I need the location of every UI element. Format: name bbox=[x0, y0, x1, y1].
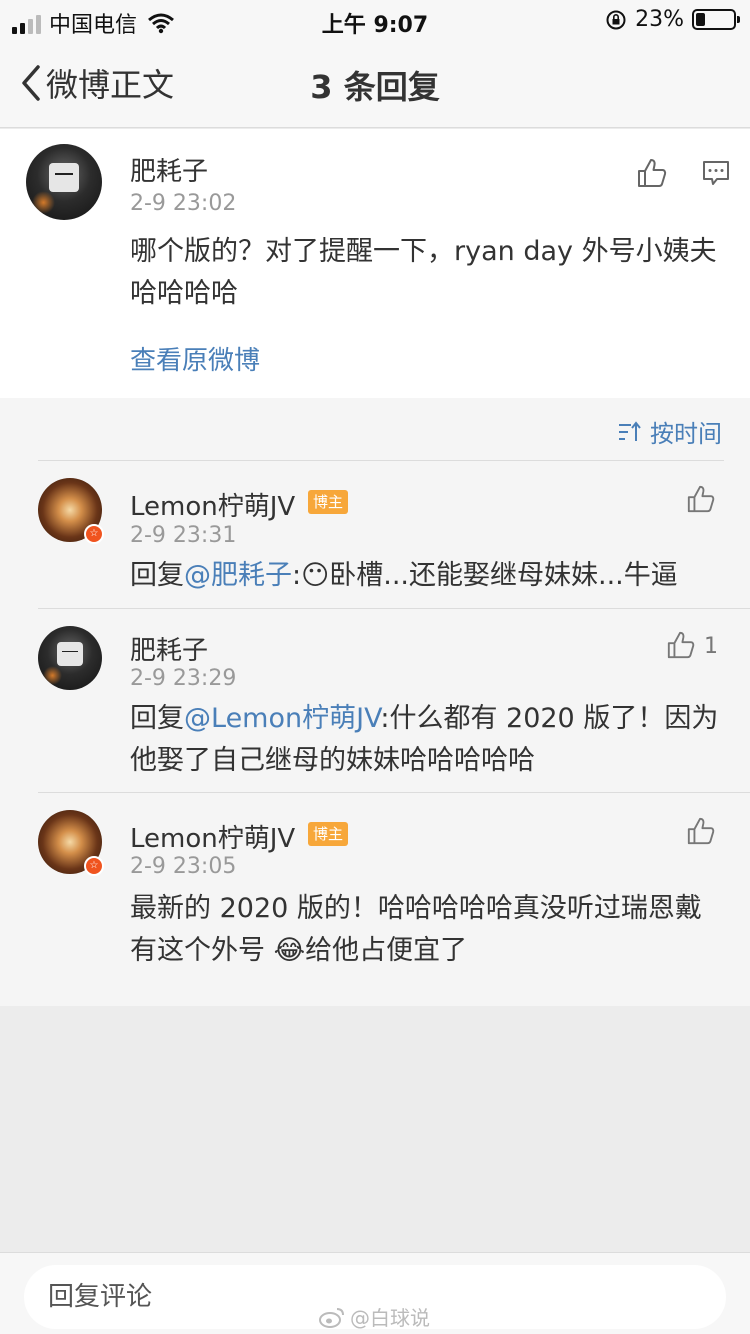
author-badge: 博主 bbox=[308, 490, 349, 514]
comment-text: 哪个版的？对了提醒一下，ryan day 外号小姨夫哈哈哈哈 bbox=[130, 236, 717, 309]
reply-author[interactable]: Lemon柠萌JV bbox=[130, 486, 295, 523]
reply-text: 最新的 2020 版的！哈哈哈哈哈真没听过瑞恩戴有这个外号 😂给他占便宜了 bbox=[130, 888, 710, 972]
author-badge: 博主 bbox=[308, 822, 349, 846]
back-label: 微博正文 bbox=[46, 66, 175, 104]
replies-section: 按时间 ☆ Lemon柠萌JV 博主 2-9 23:31 回复@肥耗子:😶卧槽.… bbox=[0, 398, 750, 1006]
back-button[interactable]: 微博正文 bbox=[20, 60, 174, 106]
verified-badge-icon: ☆ bbox=[84, 524, 104, 544]
reply-time: 2-9 23:05 bbox=[130, 854, 237, 879]
battery-percent: 23% bbox=[635, 7, 684, 32]
sort-label: 按时间 bbox=[650, 420, 722, 448]
weibo-logo-icon bbox=[319, 1307, 344, 1328]
thumbs-up-icon[interactable] bbox=[666, 630, 696, 660]
avatar[interactable] bbox=[26, 144, 102, 220]
reply-author[interactable]: Lemon柠萌JV bbox=[130, 818, 295, 855]
reply-prefix: 回复 bbox=[130, 703, 184, 734]
view-original-link[interactable]: 查看原微博 bbox=[130, 340, 260, 377]
reply-text: 回复@肥耗子:😶卧槽...还能娶继母妹妹...牛逼 bbox=[130, 555, 730, 597]
sort-icon bbox=[619, 420, 641, 441]
battery-level bbox=[696, 13, 705, 26]
reply-prefix: 回复 bbox=[130, 560, 184, 591]
like-count: 1 bbox=[704, 634, 718, 659]
divider bbox=[38, 792, 750, 793]
thumbs-up-icon[interactable] bbox=[636, 157, 668, 189]
comment-icon[interactable] bbox=[702, 159, 730, 187]
reply-text: 回复@Lemon柠萌JV:什么都有 2020 版了！因为他娶了自己继母的妹妹哈哈… bbox=[130, 698, 720, 782]
watermark: @白球说 bbox=[318, 1302, 430, 1331]
reply-body: :😶卧槽...还能娶继母妹妹...牛逼 bbox=[292, 560, 678, 591]
reply-time: 2-9 23:31 bbox=[130, 523, 237, 548]
thumbs-up-icon[interactable] bbox=[686, 484, 716, 514]
root-comment: 肥耗子 2-9 23:02 哪个版的？对了提醒一下，ryan day 外号小姨夫… bbox=[0, 129, 750, 398]
comment-time: 2-9 23:02 bbox=[130, 191, 237, 216]
sort-by-time-button[interactable]: 按时间 bbox=[618, 414, 722, 449]
status-bar: 中国电信 上午 9:07 23% bbox=[0, 0, 750, 40]
nav-bar: 微博正文 3 条回复 bbox=[0, 40, 750, 128]
divider bbox=[38, 608, 750, 609]
reply-author[interactable]: 肥耗子 bbox=[130, 630, 208, 667]
reply-body: 最新的 2020 版的！哈哈哈哈哈真没听过瑞恩戴有这个外号 😂给他占便宜了 bbox=[130, 893, 702, 966]
rotation-lock-icon bbox=[606, 10, 626, 29]
mention-link[interactable]: @肥耗子 bbox=[184, 560, 292, 591]
divider bbox=[38, 460, 724, 461]
battery-icon bbox=[692, 9, 740, 30]
reply-time: 2-9 23:29 bbox=[130, 666, 237, 691]
chevron-left-icon bbox=[22, 65, 40, 101]
avatar[interactable] bbox=[38, 626, 102, 690]
comment-author[interactable]: 肥耗子 bbox=[130, 151, 208, 188]
verified-badge-icon: ☆ bbox=[84, 856, 104, 876]
status-right: 23% bbox=[605, 7, 740, 32]
thumbs-up-icon[interactable] bbox=[686, 816, 716, 846]
watermark-text: @白球说 bbox=[350, 1306, 430, 1330]
mention-link[interactable]: @Lemon柠萌JV bbox=[184, 703, 380, 734]
